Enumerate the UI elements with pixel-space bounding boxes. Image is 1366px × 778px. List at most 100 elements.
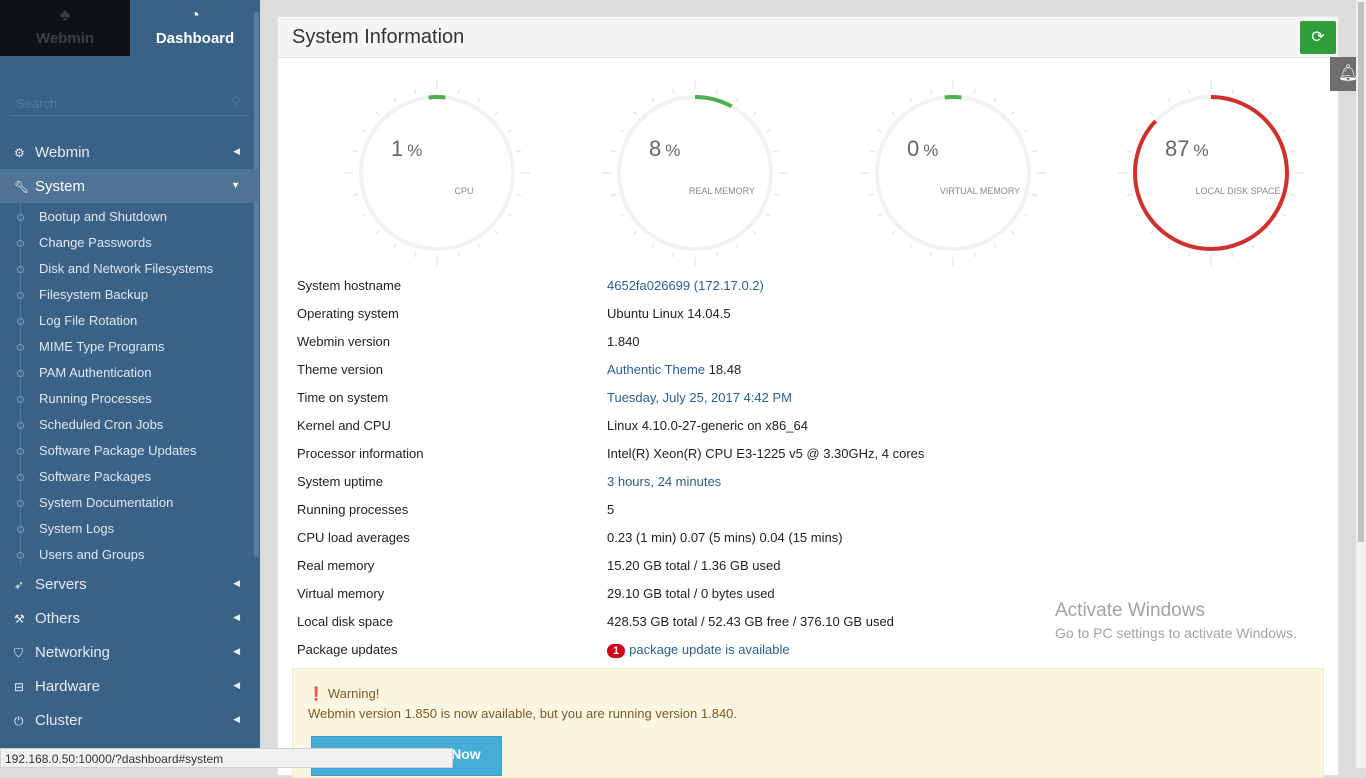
tab-dashboard[interactable]: ◔Dashboard <box>130 0 260 56</box>
sidebar-item-system[interactable]: 🔧︎System▼ <box>0 169 258 203</box>
search-input[interactable]: Search ⚲ <box>10 90 249 116</box>
info-value[interactable]: Tuesday, July 25, 2017 4:42 PM <box>607 390 792 405</box>
activate-windows-watermark: Activate WindowsGo to PC settings to act… <box>1055 600 1297 641</box>
gauge-tick <box>508 130 512 133</box>
gauge-tick <box>652 98 655 102</box>
sidebar-item-hardware[interactable]: ⊟Hardware◀ <box>0 669 258 703</box>
submenu-item[interactable]: Running Processes <box>39 391 152 406</box>
refresh-icon: ⟳ <box>1311 29 1324 46</box>
gauge-tick <box>766 130 770 133</box>
gear-icon: ⚙ <box>14 146 35 160</box>
submenu-item[interactable]: Change Passwords <box>39 235 152 250</box>
info-value: Ubuntu Linux 14.04.5 <box>607 306 731 321</box>
sidebar-scrollbar[interactable] <box>254 12 259 557</box>
gauge-tick <box>1232 252 1233 257</box>
gauge-cpu: 1% CPU <box>337 80 537 270</box>
gauge-tick <box>495 231 499 235</box>
watermark-line1: Activate Windows <box>1055 600 1297 622</box>
sidebar-item-label: System <box>35 178 85 195</box>
page-scrollbar[interactable] <box>1356 0 1366 768</box>
info-row: Real memory15.20 GB total / 1.36 GB used <box>297 558 374 578</box>
scroll-thumb[interactable] <box>1358 2 1364 542</box>
submenu-item[interactable]: Filesystem Backup <box>39 287 148 302</box>
submenu-item[interactable]: Users and Groups <box>39 547 145 562</box>
submenu-item[interactable]: Bootup and Shutdown <box>39 209 167 224</box>
gauge-tick <box>910 244 913 248</box>
gauge-tick <box>1011 111 1015 115</box>
gauge-tick <box>869 194 874 195</box>
info-row: Virtual memory29.10 GB total / 0 bytes u… <box>297 586 384 606</box>
sidebar-item-networking[interactable]: ⛉Networking◀ <box>0 635 258 669</box>
submenu-item[interactable]: Software Package Updates <box>39 443 197 458</box>
gauge-label: LOCAL DISK SPACE <box>1195 186 1280 196</box>
gauge-tick <box>1188 252 1189 257</box>
sidebar-item-cluster[interactable]: ⏻Cluster◀ <box>0 703 258 737</box>
gauge-tick <box>1252 244 1255 248</box>
sidebar-item-webmin[interactable]: ⚙Webmin◀ <box>0 135 258 169</box>
submenu-item[interactable]: Disk and Network Filesystems <box>39 261 213 276</box>
gauge-tick <box>1149 231 1153 235</box>
gauge-tick <box>930 89 931 94</box>
info-value[interactable]: package update is available <box>629 642 789 657</box>
gauge-tick <box>878 214 882 217</box>
gauge-tick <box>1282 214 1286 217</box>
info-value[interactable]: 4652fa026699 (172.17.0.2) <box>607 278 764 293</box>
gauge-tick <box>1032 150 1037 151</box>
gauge-tick <box>1024 214 1028 217</box>
power-icon: ⏻ <box>14 714 35 729</box>
gauge-label: CPU <box>454 186 473 196</box>
submenu-item[interactable]: Log File Rotation <box>39 313 137 328</box>
gauge-tick <box>1136 214 1140 217</box>
gauge-tick <box>1269 111 1273 115</box>
sidebar-item-label: Hardware <box>35 678 100 695</box>
gauge-tick <box>611 150 616 151</box>
caret-left-icon: ◀ <box>233 646 240 657</box>
info-label: System uptime <box>297 474 383 489</box>
gauge-local-disk-space: 87%LOCAL DISK SPACE <box>1111 80 1311 270</box>
tab-label: Dashboard <box>156 30 234 47</box>
submenu-item[interactable]: System Documentation <box>39 495 173 510</box>
info-row: Webmin version1.840 <box>297 334 390 354</box>
gauge-tick <box>930 252 931 257</box>
caret-left-icon: ◀ <box>233 714 240 725</box>
gavel-icon: ⚒ <box>14 612 35 626</box>
info-label: Real memory <box>297 558 374 573</box>
submenu-item[interactable]: Scheduled Cron Jobs <box>39 417 163 432</box>
info-value: 15.20 GB total / 1.36 GB used <box>607 558 780 573</box>
tab-webmin[interactable]: ♣Webmin <box>0 0 130 56</box>
info-value[interactable]: 3 hours, 24 minutes <box>607 474 721 489</box>
gauge-tick <box>1188 89 1189 94</box>
shield-icon: ⛉ <box>14 646 35 661</box>
info-value[interactable]: Authentic Theme <box>607 362 705 377</box>
gauge-tick <box>1011 231 1015 235</box>
gauge-tick <box>458 89 459 94</box>
sidebar-item-servers[interactable]: ➶Servers◀ <box>0 567 258 601</box>
gauge-tick <box>716 252 717 257</box>
page-title: System Information <box>292 26 464 48</box>
info-row: Package updates1package update is availa… <box>297 642 397 662</box>
gauge-tick <box>1168 244 1171 248</box>
gauge-tick <box>394 98 397 102</box>
submenu-item[interactable]: MIME Type Programs <box>39 339 164 354</box>
gauge-tick <box>1282 130 1286 133</box>
submenu-item[interactable]: PAM Authentication <box>39 365 152 380</box>
info-label: Kernel and CPU <box>297 418 391 433</box>
sidebar-item-others[interactable]: ⚒Others◀ <box>0 601 258 635</box>
submenu-item[interactable]: System Logs <box>39 521 114 536</box>
info-row: Time on systemTuesday, July 25, 2017 4:4… <box>297 390 388 410</box>
info-row: Processor informationIntel(R) Xeon(R) CP… <box>297 446 423 466</box>
gauge-tick <box>1269 231 1273 235</box>
gauge-tick <box>1290 150 1295 151</box>
gauge-tick <box>633 231 637 235</box>
gauge-tick <box>753 111 757 115</box>
caret-down-icon: ▼ <box>231 180 240 190</box>
search-icon[interactable]: ⚲ <box>231 94 241 110</box>
gauge-value: 8% <box>649 136 680 161</box>
refresh-button[interactable]: ⟳ <box>1300 21 1336 54</box>
search-placeholder: Search <box>16 96 57 111</box>
info-label: System hostname <box>297 278 401 293</box>
gauge-tick <box>633 111 637 115</box>
gauge-tick <box>1136 130 1140 133</box>
gauge-value: 1% <box>391 136 422 161</box>
submenu-item[interactable]: Software Packages <box>39 469 151 484</box>
